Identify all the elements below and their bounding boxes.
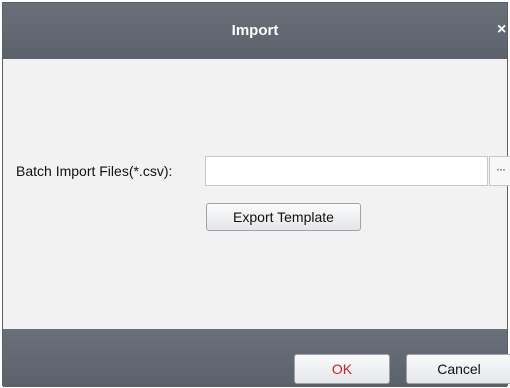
dialog-footer: OK Cancel: [3, 329, 510, 387]
close-icon[interactable]: ×: [497, 19, 509, 41]
ok-button[interactable]: OK: [294, 354, 390, 384]
dialog-title: Import: [231, 22, 279, 39]
cancel-button[interactable]: Cancel: [406, 354, 510, 384]
batch-import-label: Batch Import Files(*.csv):: [16, 163, 173, 179]
browse-button[interactable]: ···: [489, 156, 510, 186]
dialog-titlebar: Import ×: [3, 3, 507, 59]
export-template-button[interactable]: Export Template: [206, 203, 361, 231]
batch-import-file-input[interactable]: [205, 156, 488, 186]
import-dialog: Import × Batch Import Files(*.csv): ··· …: [2, 2, 510, 387]
dialog-body: Batch Import Files(*.csv): ··· Export Te…: [3, 59, 510, 329]
